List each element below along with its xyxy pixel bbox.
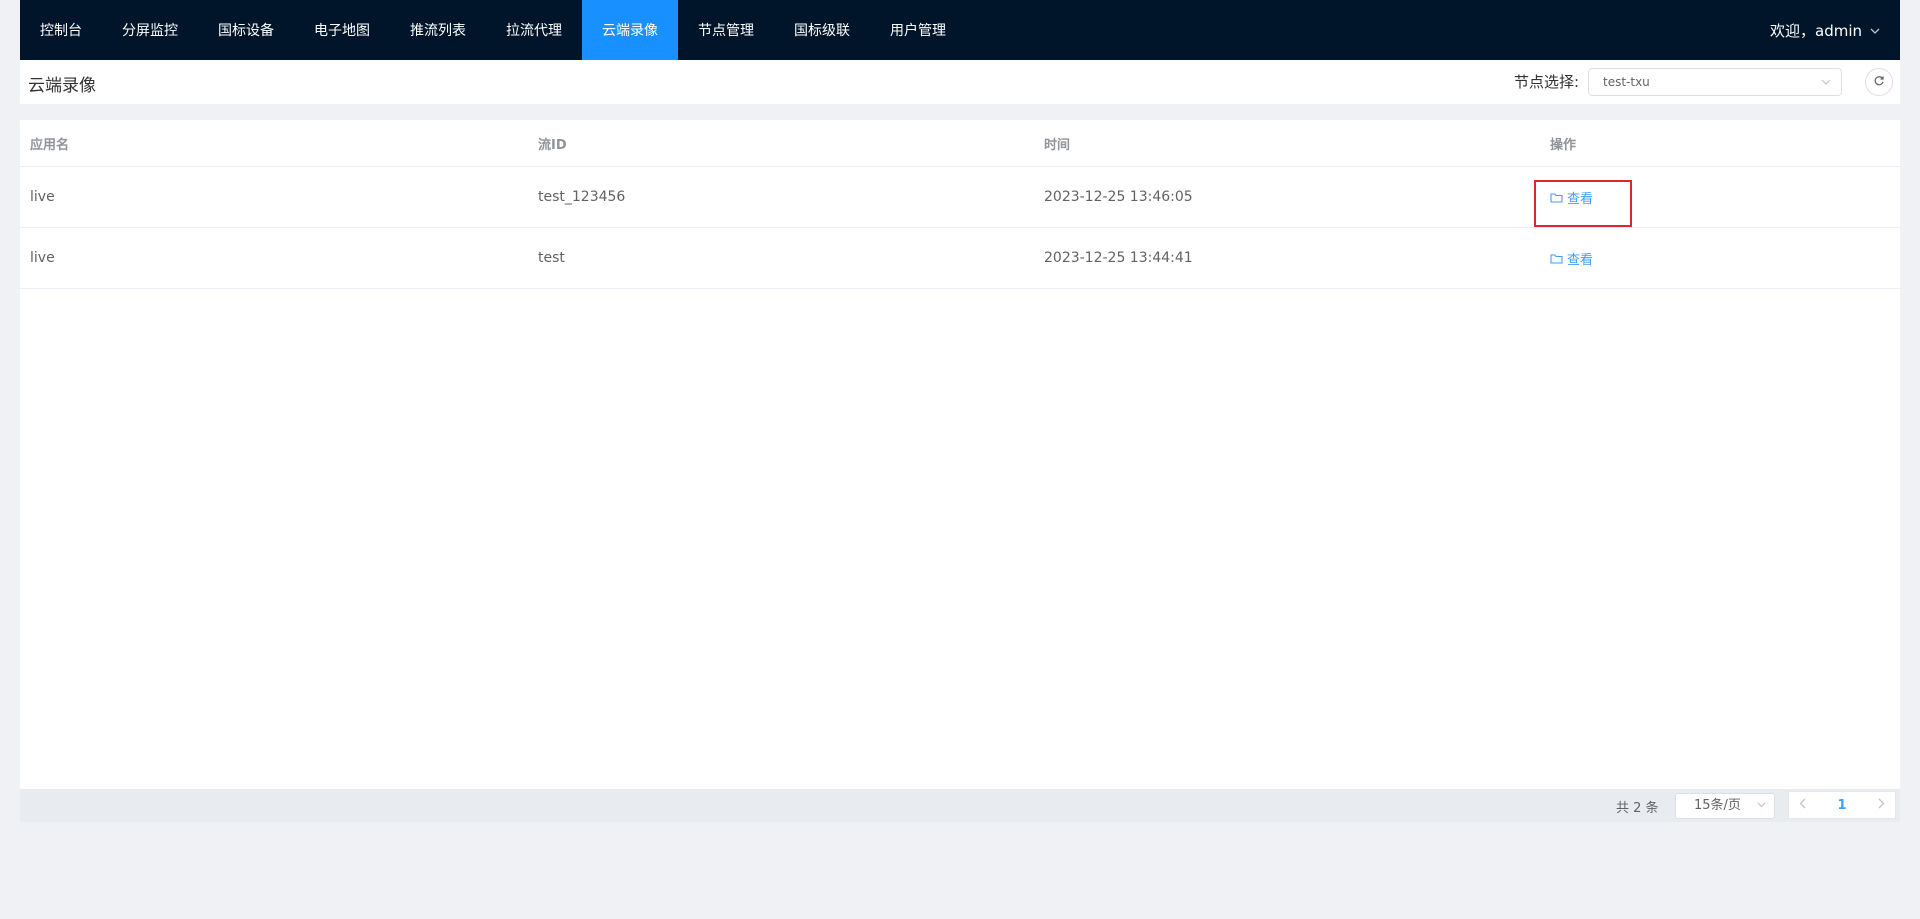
page-size-select[interactable]: 15条/页 bbox=[1675, 793, 1775, 819]
cell-time: 2023-12-25 13:46:05 bbox=[1044, 189, 1193, 205]
view-label: 查看 bbox=[1567, 252, 1594, 268]
cell-app: live bbox=[30, 250, 55, 266]
nav-item-map[interactable]: 电子地图 bbox=[294, 0, 390, 60]
chevron-down-icon bbox=[1821, 69, 1831, 95]
user-menu[interactable]: 欢迎，admin bbox=[1770, 0, 1900, 60]
page-number-button[interactable]: 1 bbox=[1837, 798, 1846, 813]
cell-stream: test bbox=[538, 250, 565, 266]
total-count: 共 2 条 bbox=[1616, 801, 1659, 816]
page-header: 云端录像 节点选择: test-txu bbox=[20, 60, 1900, 104]
nav-item-split-monitor[interactable]: 分屏监控 bbox=[102, 0, 198, 60]
nav-item-gb-devices[interactable]: 国标设备 bbox=[198, 0, 294, 60]
chevron-down-icon bbox=[1870, 24, 1880, 37]
chevron-down-icon bbox=[1757, 794, 1766, 818]
table-row: live test 2023-12-25 13:44:41 查看 bbox=[20, 228, 1900, 289]
cell-time: 2023-12-25 13:44:41 bbox=[1044, 250, 1193, 266]
next-page-button[interactable] bbox=[1878, 798, 1885, 813]
record-table: 应用名 流ID 时间 操作 live test_123456 2023-12-2… bbox=[20, 120, 1900, 789]
nav-item-console[interactable]: 控制台 bbox=[20, 0, 102, 60]
nav-item-gb-cascade[interactable]: 国标级联 bbox=[774, 0, 870, 60]
nav-item-node-manage[interactable]: 节点管理 bbox=[678, 0, 774, 60]
chevron-left-icon bbox=[1799, 798, 1806, 808]
pagination-bar: 共 2 条 15条/页 1 bbox=[20, 789, 1900, 822]
refresh-icon bbox=[1873, 75, 1885, 90]
main-nav: 控制台 分屏监控 国标设备 电子地图 推流列表 拉流代理 云端录像 节点管理 国… bbox=[20, 0, 966, 60]
view-button[interactable]: 查看 bbox=[1550, 249, 1593, 268]
page-size-value: 15条/页 bbox=[1694, 798, 1741, 813]
user-greeting: 欢迎，admin bbox=[1770, 21, 1862, 40]
nav-item-user-manage[interactable]: 用户管理 bbox=[870, 0, 966, 60]
table-header: 应用名 流ID 时间 操作 bbox=[20, 120, 1900, 167]
chevron-right-icon bbox=[1878, 798, 1885, 808]
prev-page-button[interactable] bbox=[1799, 798, 1806, 813]
column-header-time: 时间 bbox=[1044, 137, 1071, 153]
column-header-app: 应用名 bbox=[30, 137, 70, 153]
cell-action: 查看 bbox=[1540, 228, 1900, 288]
nav-item-pull-proxy[interactable]: 拉流代理 bbox=[486, 0, 582, 60]
top-navbar: 控制台 分屏监控 国标设备 电子地图 推流列表 拉流代理 云端录像 节点管理 国… bbox=[20, 0, 1900, 60]
pager: 1 bbox=[1788, 791, 1896, 819]
column-header-action: 操作 bbox=[1550, 137, 1577, 153]
refresh-button[interactable] bbox=[1865, 68, 1893, 96]
nav-item-push-list[interactable]: 推流列表 bbox=[390, 0, 486, 60]
page-title: 云端录像 bbox=[28, 76, 96, 96]
column-header-stream: 流ID bbox=[538, 137, 567, 153]
cell-app: live bbox=[30, 189, 55, 205]
nav-item-cloud-record[interactable]: 云端录像 bbox=[582, 0, 678, 60]
node-select[interactable]: test-txu bbox=[1588, 68, 1842, 96]
folder-icon bbox=[1550, 253, 1563, 264]
node-select-label: 节点选择: bbox=[1514, 73, 1580, 91]
cell-stream: test_123456 bbox=[538, 189, 626, 205]
highlight-annotation bbox=[1534, 180, 1632, 227]
node-select-value: test-txu bbox=[1603, 75, 1650, 89]
